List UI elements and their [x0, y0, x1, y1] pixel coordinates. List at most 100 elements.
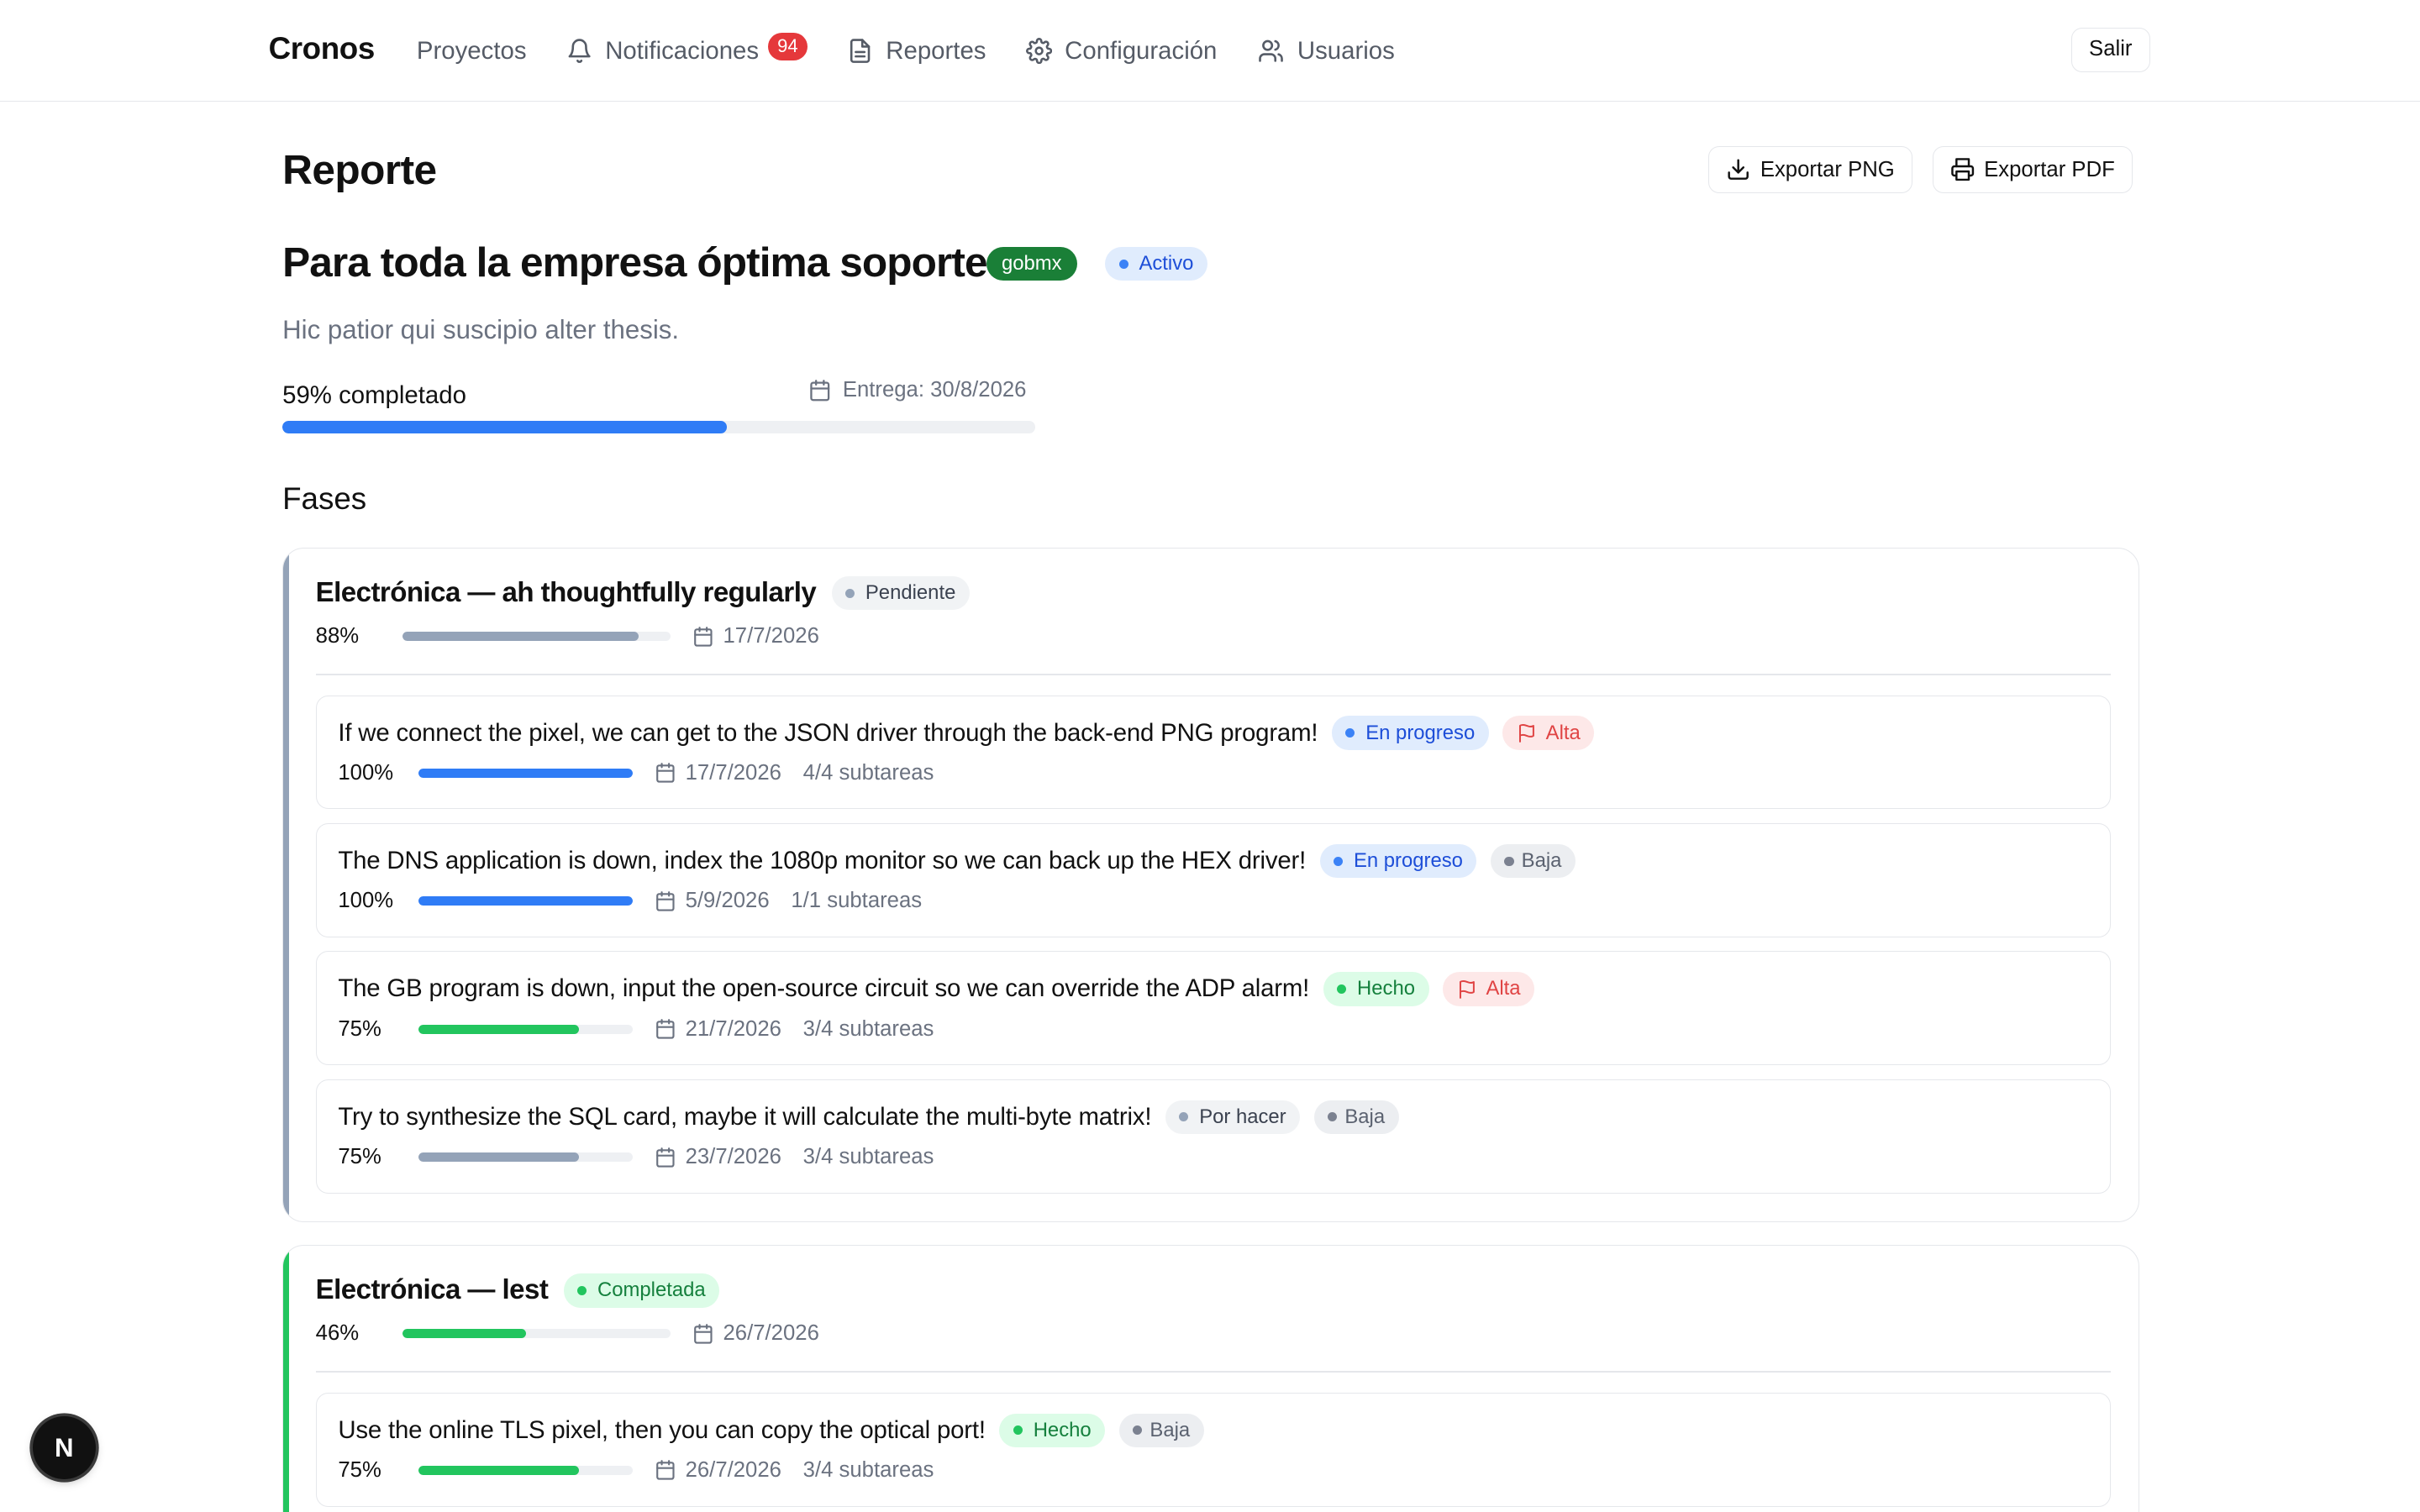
task-title: The DNS application is down, index the 1…: [338, 847, 1307, 875]
task-progress-bar: [418, 1024, 634, 1034]
task-status-badge: Por hacer: [1165, 1100, 1301, 1135]
status-dot: [1013, 1425, 1023, 1436]
divider: [315, 673, 2111, 675]
phase-name: Electrónica — lest: [315, 1274, 549, 1306]
top-navbar: Cronos Proyectos Notificaciones 94 Repor…: [0, 0, 2420, 102]
client-badge: gobmx: [986, 246, 1077, 281]
project-title: Para toda la empresa óptima soporte: [282, 238, 987, 286]
task-priority-badge: Baja: [1118, 1413, 1204, 1447]
status-dot: [1337, 984, 1347, 994]
task-status-badge: Hecho: [999, 1413, 1106, 1447]
calendar-icon: [656, 763, 675, 783]
phase-status-badge: Completada: [563, 1273, 720, 1308]
task-date: 26/7/2026: [655, 1458, 781, 1483]
task-card[interactable]: If we connect the pixel, we can get to t…: [315, 695, 2111, 810]
nav-item-usuarios[interactable]: Usuarios: [1257, 31, 1395, 71]
phase-name: Electrónica — ah thoughtfully regularly: [315, 577, 817, 609]
flag-icon: [1518, 723, 1534, 743]
flag-icon: [1459, 979, 1475, 999]
main-nav: Proyectos Notificaciones 94 Reportes Con…: [417, 31, 1435, 71]
priority-label: Baja: [1521, 849, 1562, 873]
status-dot: [1179, 1112, 1189, 1122]
phases-section-title: Fases: [282, 481, 367, 517]
priority-label: Baja: [1344, 1105, 1386, 1128]
calendar-icon: [656, 1147, 675, 1168]
status-dot: [1334, 856, 1344, 866]
phase-progress-bar: [402, 631, 671, 641]
date-label: 26/7/2026: [685, 1457, 781, 1482]
project-due-date: Entrega: 30/8/2026: [808, 378, 1026, 402]
task-progress-bar: [418, 896, 634, 906]
task-subtasks: 3/4 subtareas: [802, 1457, 934, 1482]
phase-accent: [283, 1246, 290, 1512]
date-label: 17/7/2026: [723, 624, 819, 648]
priority-label: Baja: [1150, 1418, 1191, 1441]
calendar-icon: [693, 626, 713, 647]
task-title: Try to synthesize the SQL card, maybe it…: [338, 1102, 1152, 1131]
calendar-icon: [656, 1460, 675, 1481]
export-png-label: Exportar PNG: [1760, 157, 1895, 181]
task-subtasks: 3/4 subtareas: [802, 1144, 934, 1168]
task-priority-badge: Baja: [1490, 843, 1576, 879]
priority-label: Alta: [1486, 977, 1521, 1000]
calendar-icon: [810, 379, 830, 402]
date-label: 5/9/2026: [685, 889, 770, 913]
task-subtasks: 4/4 subtareas: [802, 760, 934, 785]
task-date: 21/7/2026: [655, 1017, 781, 1042]
printer-icon: [1950, 158, 1974, 181]
page-title: Reporte: [282, 145, 437, 193]
task-subtasks: 3/4 subtareas: [802, 1016, 934, 1041]
task-percent: 75%: [338, 1144, 381, 1168]
task-progress-bar: [418, 768, 634, 778]
task-subtasks: 1/1 subtareas: [791, 889, 923, 913]
export-png-button[interactable]: Exportar PNG: [1708, 146, 1912, 193]
task-title: Use the online TLS pixel, then you can c…: [338, 1415, 986, 1444]
task-progress-bar: [418, 1152, 634, 1162]
task-card[interactable]: Use the online TLS pixel, then you can c…: [315, 1392, 2111, 1507]
task-card[interactable]: The GB program is down, input the open-s…: [315, 951, 2111, 1066]
status-label: Pendiente: [865, 581, 956, 605]
task-percent: 100%: [338, 889, 394, 913]
brand-logo[interactable]: Cronos: [269, 31, 376, 66]
phase-percent: 88%: [315, 624, 360, 648]
nav-item-configuracion[interactable]: Configuración: [1026, 31, 1217, 71]
status-label: En progreso: [1365, 721, 1476, 744]
task-date: 17/7/2026: [655, 761, 781, 785]
task-card[interactable]: The DNS application is down, index the 1…: [315, 822, 2111, 937]
nav-item-notificaciones[interactable]: Notificaciones 94: [566, 31, 808, 71]
project-description: Hic patior qui suscipio alter thesis.: [282, 314, 680, 344]
calendar-icon: [693, 1323, 713, 1344]
project-progress-bar: [282, 421, 1036, 434]
task-percent: 75%: [338, 1016, 381, 1041]
priority-label: Alta: [1545, 721, 1581, 744]
task-status-badge: En progreso: [1319, 843, 1477, 879]
task-date: 23/7/2026: [655, 1145, 781, 1169]
phase-date: 26/7/2026: [692, 1321, 819, 1346]
date-label: 26/7/2026: [723, 1321, 819, 1346]
bell-icon: [568, 39, 591, 63]
task-progress-fill: [418, 768, 634, 778]
calendar-icon: [656, 890, 675, 911]
divider: [315, 1370, 2111, 1373]
nav-item-reportes[interactable]: Reportes: [847, 31, 986, 71]
download-icon: [1728, 159, 1749, 181]
task-progress-fill: [418, 1152, 580, 1162]
status-label: Hecho: [1033, 1418, 1092, 1441]
task-progress-fill: [418, 1465, 580, 1475]
priority-dot: [1504, 856, 1514, 866]
task-priority-badge: Alta: [1502, 716, 1595, 750]
users-icon: [1259, 39, 1283, 62]
nextjs-dev-badge[interactable]: N: [32, 1416, 96, 1480]
phase-date: 17/7/2026: [692, 624, 819, 648]
status-dot: [1345, 728, 1355, 738]
status-dot: [845, 588, 855, 598]
logout-button[interactable]: Salir: [2070, 28, 2150, 73]
gear-icon: [1026, 38, 1053, 65]
project-progress-label: 59% completado: [282, 381, 466, 409]
task-card[interactable]: Try to synthesize the SQL card, maybe it…: [315, 1079, 2111, 1194]
status-dot: [1118, 259, 1128, 269]
export-pdf-button[interactable]: Exportar PDF: [1932, 146, 2133, 193]
project-progress-fill: [282, 421, 727, 434]
nav-item-proyectos[interactable]: Proyectos: [417, 31, 527, 71]
status-label: En progreso: [1353, 849, 1463, 873]
